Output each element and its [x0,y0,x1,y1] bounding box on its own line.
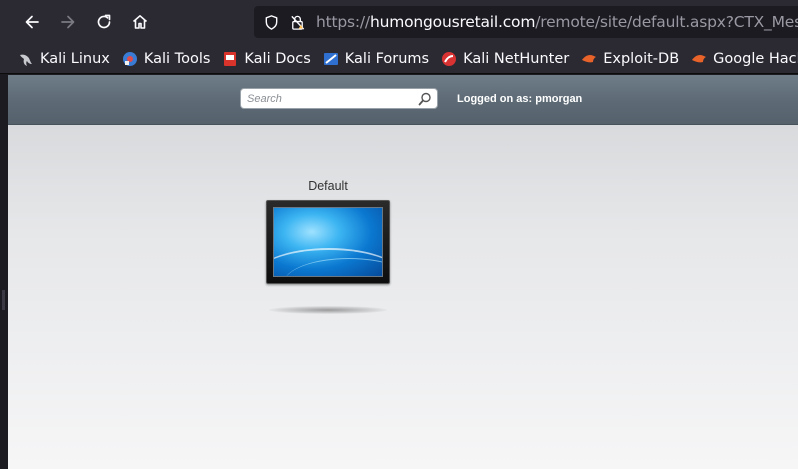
site-header: Logged on as: pmorgan [8,75,798,125]
reload-icon [97,14,111,29]
bookmark-label: Exploit-DB [603,50,680,67]
monitor-shadow [269,306,387,314]
kali-docs-icon [222,51,238,67]
kali-tools-icon [122,51,138,67]
bookmark-kali-tools[interactable]: Kali Tools [122,50,211,67]
shield-icon[interactable] [262,13,280,31]
resize-grip[interactable] [2,290,5,310]
arrow-left-icon [25,15,39,29]
exploit-db-icon [691,51,707,67]
arrow-right-icon [61,15,75,29]
sidebar-edge [0,75,8,469]
bookmark-google-hacking-db[interactable]: Google Hacking DB [691,51,798,67]
desktop-tile-default[interactable]: Default [263,179,393,314]
bookmark-label: Kali Forums [344,50,430,67]
desktop-monitor-icon[interactable] [266,200,390,284]
bookmark-kali-linux[interactable]: Kali Linux [18,51,110,67]
forward-button[interactable] [54,8,82,36]
bookmark-kali-nethunter[interactable]: Kali NetHunter [441,51,569,67]
address-bar[interactable]: https://humongousretail.com/remote/site/… [254,6,798,38]
home-button[interactable] [126,8,154,36]
browser-toolbar: https://humongousretail.com/remote/site/… [0,0,798,44]
home-icon [132,15,148,29]
bookmark-exploit-db[interactable]: Exploit-DB [581,51,679,67]
bookmark-label: Kali NetHunter [463,50,570,67]
search-input[interactable] [247,92,417,105]
insecure-lock-icon[interactable] [288,13,306,31]
bookmark-label: Kali Linux [40,50,110,67]
url-host: humongousretail.com [369,13,536,31]
reload-button[interactable] [90,8,118,36]
logged-on-text: Logged on as: pmorgan [457,93,583,105]
search-box[interactable] [240,88,438,109]
exploit-db-icon [581,51,597,67]
kali-nethunter-icon [441,51,457,67]
search-icon[interactable] [418,92,432,106]
bookmark-kali-forums[interactable]: Kali Forums [323,51,429,67]
bookmarks-bar: Kali Linux Kali Tools Kali Docs Kali For… [0,44,798,74]
bookmark-kali-docs[interactable]: Kali Docs [222,50,311,67]
desktop-label[interactable]: Default [263,179,393,193]
kali-dragon-icon [18,51,34,67]
web-page: Logged on as: pmorgan Default [8,75,798,469]
kali-forums-icon [323,51,339,67]
url-text[interactable]: https://humongousretail.com/remote/site/… [316,13,798,31]
monitor-screen [273,207,383,277]
url-path: /remote/site/default.aspx?CTX_MessageT [535,13,798,31]
back-button[interactable] [18,8,46,36]
bookmark-label: Google Hacking DB [713,50,798,67]
bookmark-label: Kali Docs [244,50,311,67]
bookmark-label: Kali Tools [143,50,211,67]
